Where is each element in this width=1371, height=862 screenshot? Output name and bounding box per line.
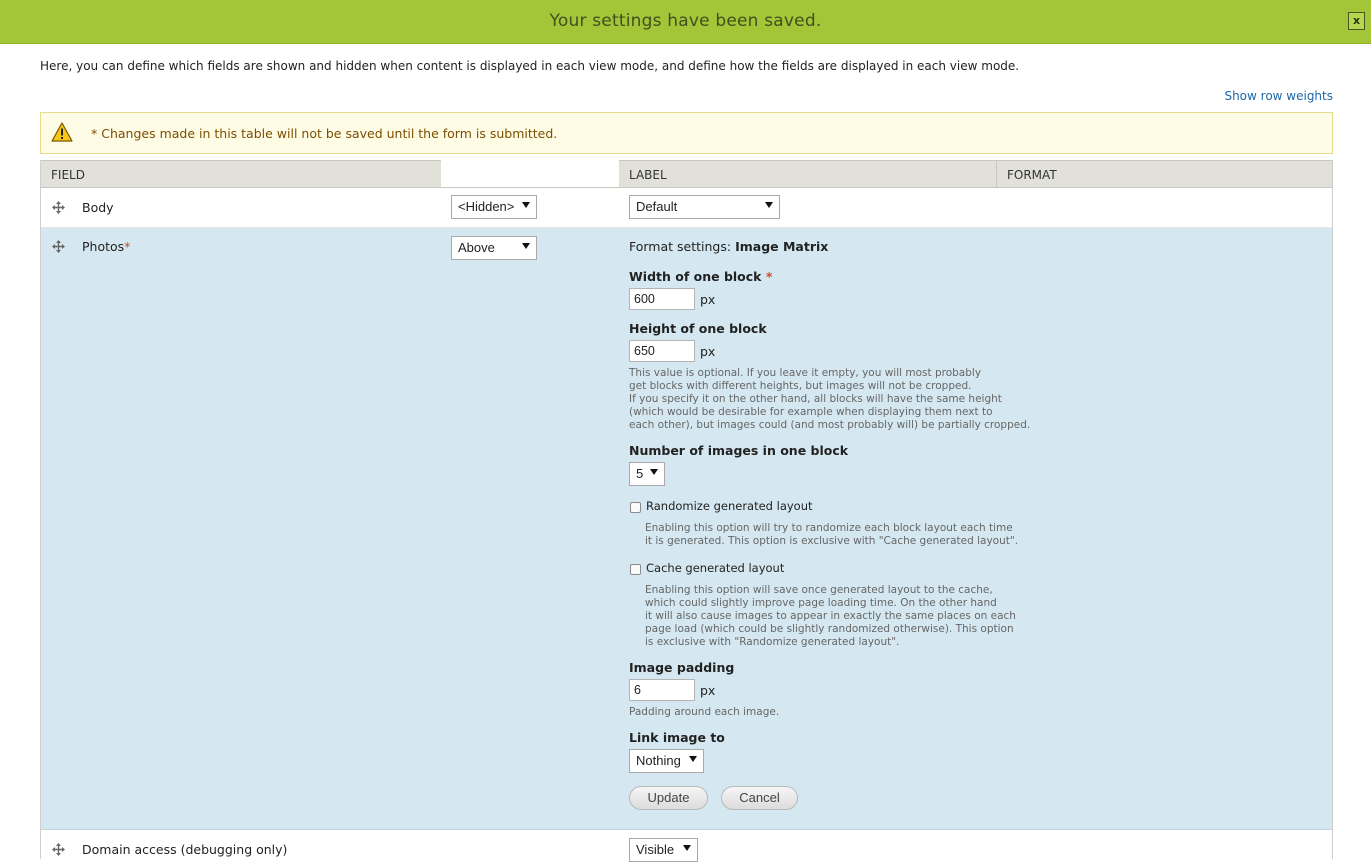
cancel-button[interactable]: Cancel <box>721 786 798 810</box>
intro-text: Here, you can define which fields are sh… <box>40 59 1020 73</box>
width-required-mark: * <box>765 269 773 284</box>
height-label: Height of one block <box>629 321 767 336</box>
status-message: Your settings have been saved. <box>549 11 822 31</box>
randomize-label: Randomize generated layout <box>646 499 813 513</box>
cache-checkbox[interactable] <box>630 564 641 575</box>
link-image-label: Link image to <box>629 730 725 745</box>
required-mark: * <box>124 239 131 254</box>
update-button[interactable]: Update <box>629 786 708 810</box>
column-header-format: FORMAT <box>997 160 1332 188</box>
chevron-down-icon <box>522 243 530 249</box>
show-row-weights-link[interactable]: Show row weights <box>1224 89 1333 103</box>
format-select-body[interactable]: Default <box>629 195 780 219</box>
height-input[interactable]: 650 <box>629 340 695 362</box>
width-label: Width of one block * <box>629 269 772 284</box>
chevron-down-icon <box>522 202 530 208</box>
padding-input[interactable]: 6 <box>629 679 695 701</box>
field-name-photos: Photos* <box>82 239 130 254</box>
column-header-blank <box>441 160 619 188</box>
format-select-body-value: Default <box>636 199 678 214</box>
warning-text: * Changes made in this table will not be… <box>91 126 558 141</box>
label-select-photos[interactable]: Above <box>451 236 537 260</box>
warning-icon <box>51 122 73 142</box>
num-images-select[interactable]: 5 <box>629 462 665 486</box>
label-select-body-value: <Hidden> <box>458 199 515 214</box>
column-header-field: FIELD <box>41 160 441 188</box>
drag-handle-icon[interactable] <box>52 201 65 214</box>
field-name-body: Body <box>82 200 114 215</box>
warning-message: * Changes made in this table will not be… <box>40 112 1333 154</box>
width-label-text: Width of one block <box>629 269 762 284</box>
column-header-label: LABEL <box>619 160 997 188</box>
height-help-text: This value is optional. If you leave it … <box>629 367 1031 431</box>
format-settings-prefix: Format settings: <box>629 239 732 254</box>
status-banner: Your settings have been saved. x <box>0 0 1371 44</box>
table-header: FIELD LABEL FORMAT <box>41 160 1332 188</box>
table-row-photos: Photos* Above Format settings: Image Mat… <box>41 228 1332 830</box>
table-row-body: Body <Hidden> Default <box>41 188 1332 228</box>
padding-unit: px <box>700 683 716 698</box>
format-settings-name: Image Matrix <box>735 239 829 254</box>
field-name-domain-access: Domain access (debugging only) <box>82 842 288 857</box>
field-display-table: FIELD LABEL FORMAT Body <Hidden> Default… <box>40 160 1333 862</box>
chevron-down-icon <box>765 202 773 208</box>
num-images-label: Number of images in one block <box>629 443 849 458</box>
field-name-photos-label: Photos <box>82 239 125 254</box>
height-unit: px <box>700 344 716 359</box>
width-unit: px <box>700 292 716 307</box>
link-image-select[interactable]: Nothing <box>629 749 704 773</box>
format-select-domain-value: Visible <box>636 842 675 857</box>
drag-handle-icon[interactable] <box>52 843 65 856</box>
drag-handle-icon[interactable] <box>52 240 65 253</box>
padding-help-text: Padding around each image. <box>629 706 780 718</box>
format-settings-title: Format settings: Image Matrix <box>629 239 828 254</box>
cache-help-text: Enabling this option will save once gene… <box>645 584 1016 648</box>
chevron-down-icon <box>650 469 658 475</box>
close-banner-button[interactable]: x <box>1348 12 1365 30</box>
label-select-photos-value: Above <box>458 240 495 255</box>
table-row-domain-access: Domain access (debugging only) Visible <box>41 830 1332 862</box>
link-image-value: Nothing <box>636 753 681 768</box>
width-input[interactable]: 600 <box>629 288 695 310</box>
chevron-down-icon <box>689 756 697 762</box>
randomize-checkbox[interactable] <box>630 502 641 513</box>
chevron-down-icon <box>683 845 691 851</box>
randomize-help-text: Enabling this option will try to randomi… <box>645 522 1019 547</box>
num-images-value: 5 <box>636 466 644 481</box>
cache-label: Cache generated layout <box>646 561 785 575</box>
label-select-body[interactable]: <Hidden> <box>451 195 537 219</box>
padding-label: Image padding <box>629 660 735 675</box>
format-select-domain-access[interactable]: Visible <box>629 838 698 862</box>
